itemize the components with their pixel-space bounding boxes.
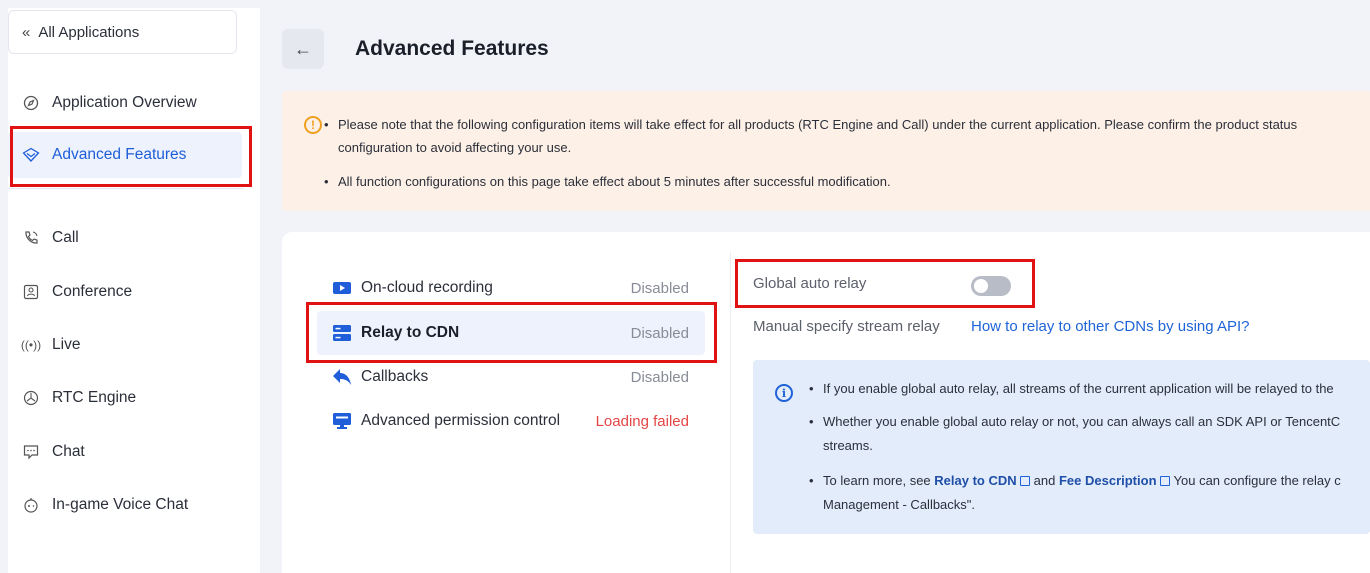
monitor-icon: [333, 413, 351, 429]
shield-icon: [22, 146, 40, 164]
sidebar-item-in-game-voice-chat[interactable]: In-game Voice Chat: [8, 482, 242, 528]
relay-to-cdn-link[interactable]: Relay to CDN: [934, 473, 1016, 488]
sidebar-divider: [8, 188, 244, 189]
double-chevron-left-icon: «: [22, 23, 30, 41]
notice-text-1: Please note that the following configura…: [338, 117, 1298, 132]
sidebar-item-label: Conference: [52, 283, 133, 300]
back-button[interactable]: ←: [282, 29, 324, 69]
info-text-3-pre: To learn more, see: [823, 473, 931, 488]
toggle-knob: [974, 279, 988, 293]
conference-icon: [22, 283, 40, 301]
info-text-2: Whether you enable global auto relay or …: [823, 414, 1341, 429]
sidebar-item-application-overview[interactable]: Application Overview: [8, 80, 242, 126]
feature-item-callbacks[interactable]: Callbacks Disabled: [317, 355, 705, 399]
info-line-1: • If you enable global auto relay, all st…: [809, 381, 1334, 396]
info-text-3-post: You can configure the relay c: [1173, 473, 1341, 488]
notice-banner: ! • Please note that the following config…: [282, 91, 1370, 211]
global-auto-relay-toggle[interactable]: [971, 276, 1011, 296]
global-auto-relay-label: Global auto relay: [753, 275, 867, 292]
sidebar-item-label: Live: [52, 336, 81, 353]
manual-stream-relay-label: Manual specify stream relay: [753, 318, 940, 335]
relay-api-link[interactable]: How to relay to other CDNs by using API?: [971, 318, 1249, 335]
notice-line-1: • Please note that the following configur…: [324, 117, 1297, 132]
feature-status: Loading failed: [595, 412, 689, 430]
info-line-3b: Management - Callbacks".: [823, 497, 976, 512]
info-line-3: • To learn more, see Relay to CDN and Fee …: [809, 473, 1341, 488]
bullet: •: [324, 174, 329, 189]
bullet: •: [809, 381, 814, 396]
sidebar-item-label: RTC Engine: [52, 389, 137, 406]
bullet: •: [809, 414, 814, 429]
sidebar-item-label: In-game Voice Chat: [52, 496, 189, 513]
panel-divider: [730, 252, 731, 573]
info-line-2: • Whether you enable global auto relay or…: [809, 414, 1340, 429]
sidebar-item-label: Chat: [52, 443, 85, 460]
feature-label: Relay to CDN: [361, 324, 460, 341]
notice-line-3: • All function configurations on this pag…: [324, 174, 891, 189]
server-icon: [333, 325, 351, 341]
sidebar-item-label: Call: [52, 229, 79, 246]
broadcast-icon: ((•)): [20, 338, 42, 352]
bullet: •: [324, 117, 329, 132]
chat-icon: [22, 443, 40, 461]
feature-status: Disabled: [630, 368, 689, 386]
feature-item-relay-to-cdn[interactable]: Relay to CDN Disabled: [317, 311, 705, 355]
gamepad-icon: [22, 496, 40, 514]
feature-item-advanced-permission-control[interactable]: Advanced permission control Loading fail…: [317, 399, 705, 443]
video-icon: [333, 280, 351, 296]
info-icon: i: [775, 384, 793, 402]
notice-text-3: All function configurations on this page…: [338, 174, 891, 189]
info-text-1: If you enable global auto relay, all str…: [823, 381, 1334, 396]
feature-status: Disabled: [630, 324, 689, 342]
info-box: i • If you enable global auto relay, all …: [753, 360, 1370, 534]
sidebar-item-call[interactable]: Call: [8, 215, 242, 261]
info-line-2b: streams.: [823, 438, 873, 453]
sidebar-item-label: Advanced Features: [52, 146, 187, 163]
all-applications-button[interactable]: « All Applications: [8, 10, 237, 54]
feature-label: Advanced permission control: [361, 412, 561, 429]
feature-label: On-cloud recording: [361, 279, 493, 296]
feature-status: Disabled: [630, 279, 689, 297]
external-link-icon: [1159, 476, 1170, 486]
phone-icon: [22, 229, 40, 247]
fee-description-link[interactable]: Fee Description: [1059, 473, 1157, 488]
all-applications-label: All Applications: [38, 23, 140, 41]
sidebar-item-live[interactable]: ((•)) Live: [8, 322, 242, 368]
feature-label: Callbacks: [361, 368, 429, 385]
external-link-icon: [1019, 476, 1030, 486]
arrow-left-icon: ←: [294, 38, 312, 59]
bullet: •: [809, 473, 814, 488]
notice-line-2: configuration to avoid affecting your us…: [338, 140, 572, 155]
page-title: Advanced Features: [355, 37, 549, 60]
warning-icon: !: [304, 116, 322, 134]
sidebar-item-label: Application Overview: [52, 94, 197, 111]
info-text-3-and: and: [1033, 473, 1056, 488]
sidebar-item-chat[interactable]: Chat: [8, 429, 242, 475]
feature-item-on-cloud-recording[interactable]: On-cloud recording Disabled: [317, 266, 705, 310]
reply-icon: [333, 369, 351, 385]
sidebar-item-conference[interactable]: Conference: [8, 269, 242, 315]
sidebar-item-rtc-engine[interactable]: RTC Engine: [8, 375, 242, 421]
compass-icon: [22, 94, 40, 112]
rtc-icon: [22, 389, 40, 407]
sidebar-item-advanced-features[interactable]: Advanced Features: [8, 132, 242, 178]
